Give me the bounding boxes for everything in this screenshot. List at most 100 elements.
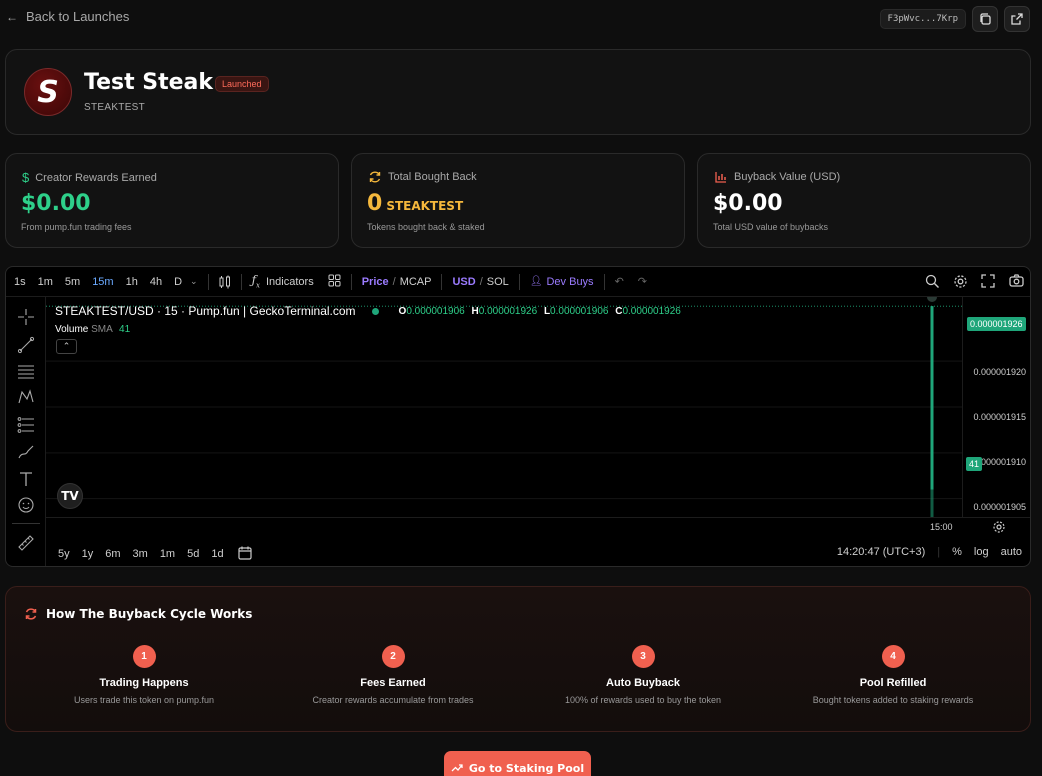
range-5d[interactable]: 5d: [187, 548, 199, 560]
page: ← Back to Launches F3pWvc...7Krp S Test …: [0, 0, 1042, 776]
user-icon: 👤︎: [529, 276, 543, 287]
slash-divider: /: [392, 275, 396, 288]
collapse-legend-button[interactable]: ⌃: [56, 339, 77, 354]
range-1m[interactable]: 1m: [160, 548, 175, 560]
emoji-icon[interactable]: [16, 495, 36, 515]
low-value: 0.000001906: [550, 305, 609, 317]
arrow-left-icon: ←: [6, 9, 18, 24]
divider: [603, 273, 605, 290]
step-number: 3: [631, 645, 655, 668]
timeframe-1s[interactable]: 1s: [14, 276, 26, 288]
zoom-search-icon[interactable]: [924, 273, 940, 289]
timeframe-D[interactable]: D: [174, 276, 182, 288]
dev-buys-toggle[interactable]: Dev Buys: [546, 276, 593, 288]
log-toggle[interactable]: log: [974, 546, 989, 558]
range-3m[interactable]: 3m: [133, 548, 148, 560]
sol-toggle[interactable]: SOL: [487, 276, 509, 288]
chart-symbol: STEAKTEST/USD · 15 · Pump.fun | GeckoTer…: [55, 304, 356, 318]
copy-button[interactable]: [972, 6, 998, 32]
price-axis[interactable]: 0.000001926 0.000001920 0.000001915 0.00…: [962, 297, 1030, 517]
mcap-toggle[interactable]: MCAP: [400, 276, 432, 288]
timeframe-5m[interactable]: 5m: [65, 276, 80, 288]
axis-settings-icon[interactable]: [992, 520, 1006, 539]
range-1d[interactable]: 1d: [211, 548, 223, 560]
chevron-down-icon[interactable]: ⌄: [190, 276, 198, 287]
timeframe-1m[interactable]: 1m: [38, 276, 53, 288]
live-dot-icon: [371, 307, 379, 315]
text-icon[interactable]: [16, 469, 36, 489]
usd-toggle[interactable]: USD: [452, 276, 475, 288]
brush-icon[interactable]: [16, 442, 36, 462]
redo-icon[interactable]: ↷: [638, 275, 647, 288]
top-actions: F3pWvc...7Krp: [879, 6, 1030, 32]
refresh-icon: [369, 171, 381, 183]
percent-toggle[interactable]: %: [952, 546, 962, 558]
stat-label: Buyback Value (USD): [734, 171, 841, 183]
time-tick: 15:00: [930, 522, 953, 532]
back-label: Back to Launches: [26, 9, 130, 24]
clock-readout[interactable]: 14:20:47 (UTC+3): [837, 546, 925, 558]
fib-icon[interactable]: [16, 415, 36, 435]
gear-icon[interactable]: [952, 273, 968, 289]
timeframe-1h[interactable]: 1h: [126, 276, 138, 288]
stat-card-total-bought-back: Total Bought Back 0 STEAKTEST Tokens boug…: [351, 153, 685, 248]
fullscreen-icon[interactable]: [980, 273, 996, 289]
token-logo: S: [24, 68, 72, 116]
stat-value: $0.00: [713, 191, 783, 216]
staking-pool-label: Go to Staking Pool: [468, 761, 585, 775]
pattern-icon[interactable]: [16, 387, 36, 407]
auto-toggle[interactable]: auto: [1001, 546, 1022, 558]
external-link-button[interactable]: [1004, 6, 1030, 32]
layout-grid-icon[interactable]: [328, 274, 341, 290]
stat-sub: Tokens bought back & staked: [367, 222, 485, 232]
range-6m[interactable]: 6m: [105, 548, 120, 560]
volume-legend: Volume SMA 41: [55, 324, 130, 335]
price-toggle[interactable]: Price: [362, 276, 389, 288]
token-name: Test Steak: [84, 70, 214, 95]
staking-pool-button[interactable]: Go to Staking Pool: [444, 751, 591, 776]
stat-number: 0: [367, 191, 383, 216]
token-address: F3pWvc...7Krp: [879, 9, 966, 29]
open-value: 0.000001906: [406, 305, 465, 317]
timeframe-15m[interactable]: 15m: [92, 276, 113, 288]
chart-toolbar-right: [924, 273, 1024, 289]
cycle-step: 1 Trading Happens Users trade this token…: [19, 645, 269, 705]
divider: |: [937, 546, 941, 558]
bar-chart-icon: [715, 172, 726, 183]
timeframe-4h[interactable]: 4h: [150, 276, 162, 288]
divider: [240, 273, 242, 290]
undo-icon[interactable]: ↶: [615, 275, 624, 288]
price-chart[interactable]: 1s 1m 5m 15m 1h 4h D ⌄ ƒx Indicators Pri…: [5, 266, 1031, 567]
cycle-step: 2 Fees Earned Creator rewards accumulate…: [268, 645, 518, 705]
range-1y[interactable]: 1y: [82, 548, 94, 560]
cycle-step: 3 Auto Buyback 100% of rewards used to b…: [518, 645, 768, 705]
indicators-button[interactable]: Indicators: [266, 276, 314, 288]
token-ticker: STEAKTEST: [84, 102, 146, 113]
chart-plot-area[interactable]: [46, 297, 962, 517]
range-bar: 5y 1y 6m 3m 1m 5d 1d 14:20:47 (UTC+3) | …: [6, 541, 1030, 566]
volume-bar: [930, 477, 934, 517]
chart-legend: STEAKTEST/USD · 15 · Pump.fun | GeckoTer…: [55, 304, 681, 318]
range-bar-right: 14:20:47 (UTC+3) | % log auto: [837, 546, 1022, 558]
calendar-icon[interactable]: [237, 546, 253, 563]
stat-sub: From pump.fun trading fees: [21, 222, 132, 232]
horizontal-lines-icon[interactable]: [16, 361, 36, 381]
range-5y[interactable]: 5y: [58, 548, 70, 560]
candle-body: [930, 306, 934, 490]
volume-label: Volume: [55, 324, 89, 335]
time-axis[interactable]: 15:00: [46, 517, 1030, 539]
back-link[interactable]: ← Back to Launches: [6, 9, 129, 24]
step-desc: Bought tokens added to staking rewards: [812, 695, 974, 705]
crosshair-icon[interactable]: [16, 307, 36, 327]
token-header-card: S Test Steak Launched STEAKTEST: [5, 49, 1031, 135]
stat-label: Total Bought Back: [388, 171, 477, 183]
step-number: 1: [132, 645, 156, 668]
step-title: Fees Earned: [360, 677, 426, 689]
candle-type-icon[interactable]: [219, 275, 231, 289]
step-desc: Creator rewards accumulate from trades: [312, 695, 474, 705]
tradingview-logo[interactable]: TV: [57, 483, 83, 509]
trend-line-icon[interactable]: [16, 335, 36, 355]
ohlc-readout: O0.000001906 H0.000001926 L0.000001906 C…: [399, 306, 681, 317]
camera-icon[interactable]: [1008, 273, 1024, 289]
drawing-tools-sidebar: [6, 297, 46, 566]
